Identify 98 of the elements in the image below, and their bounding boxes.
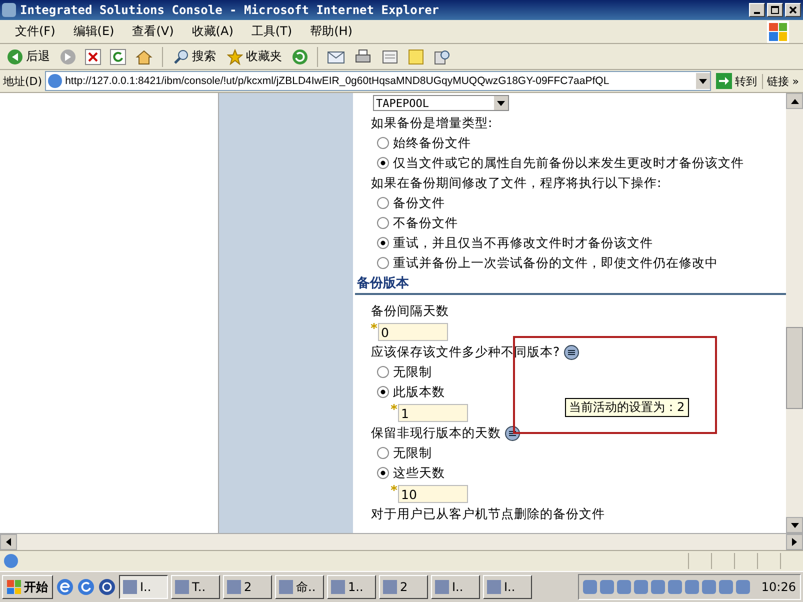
radio-button[interactable]: [377, 217, 389, 229]
input-field[interactable]: 1: [398, 404, 468, 422]
tooltip: 当前活动的设置为：2: [565, 398, 689, 417]
taskbar-button[interactable]: I..: [431, 575, 480, 599]
go-button[interactable]: 转到: [714, 70, 759, 92]
taskbar-button[interactable]: I..: [483, 575, 532, 599]
tray-icon[interactable]: [668, 580, 682, 594]
caret-icon: [790, 522, 798, 528]
option-label: 备份文件: [393, 194, 445, 212]
menu-item[interactable]: 编辑(E): [64, 23, 124, 40]
input-field[interactable]: 10: [398, 485, 468, 503]
option-label: 不备份文件: [393, 214, 458, 232]
tray-icon[interactable]: [651, 580, 666, 594]
scroll-left-button[interactable]: [0, 534, 17, 550]
option-label: 无限制: [393, 364, 432, 380]
section-heading: 备份版本: [357, 275, 409, 292]
option-label: 重试并备份上一次尝试备份的文件，即使文件仍在修改中: [393, 254, 718, 272]
refresh-icon[interactable]: [77, 578, 95, 596]
favorites-button[interactable]: 收藏夹: [223, 46, 286, 68]
required-icon: [371, 323, 377, 329]
scroll-thumb[interactable]: [786, 327, 803, 409]
caret-icon: [698, 78, 707, 84]
tray-icon[interactable]: [583, 580, 598, 594]
caret-icon: [494, 96, 508, 110]
search-icon: [173, 48, 189, 64]
restore-button[interactable]: [767, 3, 783, 17]
close-button[interactable]: [785, 3, 801, 17]
dropdown-button[interactable]: [696, 73, 710, 89]
menu-item[interactable]: 查看(V): [123, 23, 183, 40]
taskbar-button[interactable]: 2: [379, 575, 428, 599]
windows-logo-icon: [767, 20, 789, 42]
star-icon: [227, 48, 243, 64]
option-label: 重试，并且仅当不再修改文件时才备份该文件: [393, 234, 653, 252]
option-label: 这些天数: [393, 464, 445, 482]
menu-item[interactable]: 收藏(A): [182, 23, 242, 40]
question-label: 对于用户已从客户机节点删除的备份文件: [371, 506, 605, 522]
tray-icon[interactable]: [600, 580, 614, 594]
page-icon: [48, 74, 62, 88]
close-icon: [789, 6, 797, 14]
question-label: 如果在备份期间修改了文件，程序将执行以下操作:: [371, 174, 662, 192]
clock: 10:26: [761, 580, 796, 594]
menu-item[interactable]: 帮助(H): [301, 23, 362, 40]
question-label: 保留非现行版本的天数: [371, 424, 501, 442]
input-field[interactable]: 0: [378, 323, 448, 341]
tray-icon[interactable]: [702, 580, 716, 594]
option-label: 始终备份文件: [393, 134, 471, 152]
question-label: 应该保存该文件多少种不同版本?: [371, 344, 560, 360]
address-label: 地址(D): [3, 74, 42, 88]
tray-icon[interactable]: [719, 580, 734, 594]
radio-button[interactable]: [377, 467, 389, 479]
radio-button[interactable]: [377, 447, 389, 459]
radio-button[interactable]: [377, 237, 389, 249]
caret-icon: [790, 98, 798, 104]
taskbar-button[interactable]: I..: [119, 575, 168, 599]
taskbar-button[interactable]: 命..: [275, 575, 324, 599]
window-title: Integrated Solutions Console - Microsoft Internet Explorer: [20, 3, 440, 17]
links-button[interactable]: 链接 »: [762, 74, 803, 88]
scroll-right-button[interactable]: [786, 534, 803, 550]
caret-icon: [792, 538, 797, 546]
vertical-scrollbar[interactable]: [786, 93, 803, 533]
tray-icon[interactable]: [685, 580, 700, 594]
taskbar-button[interactable]: T..: [171, 575, 220, 599]
radio-button[interactable]: [377, 137, 389, 149]
radio-button[interactable]: [377, 157, 389, 169]
radio-button[interactable]: [377, 386, 389, 398]
search-button[interactable]: 搜索: [169, 46, 220, 68]
tray-icon[interactable]: [736, 580, 750, 594]
storage-pool-select[interactable]: TAPEPOOL: [373, 95, 509, 111]
page-icon: [4, 554, 18, 568]
required-icon: [391, 485, 397, 491]
option-label: 无限制: [393, 444, 432, 462]
back-button[interactable]: 后退: [3, 46, 54, 68]
stop-icon[interactable]: [82, 48, 104, 64]
tray-icon[interactable]: [634, 580, 648, 594]
radio-button[interactable]: [377, 366, 389, 378]
address-field[interactable]: http://127.0.0.1:8421/ibm/console/!ut/p/kcxml/jZBLD4IwEIR_0g60tHqsaMND8UGqyMUQQwzG18GY-09FFC7aaPfQL: [45, 71, 711, 91]
menu-item[interactable]: 工具(T): [242, 23, 302, 40]
question-label: 如果备份是增量类型:: [371, 114, 492, 132]
taskbar-button[interactable]: 1..: [327, 575, 376, 599]
radio-button[interactable]: [377, 257, 389, 269]
minimize-button[interactable]: [749, 3, 765, 17]
option-label: 仅当文件或它的属性自先前备份以来发生更改时才备份该文件: [393, 154, 744, 172]
radio-button[interactable]: [377, 197, 389, 209]
horizontal-scrollbar[interactable]: [0, 533, 803, 550]
refresh-icon[interactable]: [107, 48, 129, 64]
tray-icon[interactable]: [617, 580, 632, 594]
help-icon[interactable]: [505, 426, 520, 440]
app-icon[interactable]: [98, 578, 116, 596]
question-label: 备份间隔天数: [371, 302, 449, 320]
option-label: 此版本数: [393, 384, 445, 400]
menu-item[interactable]: 文件(F): [6, 23, 64, 40]
required-icon: [391, 404, 397, 410]
help-icon[interactable]: [564, 344, 579, 360]
scroll-down-button[interactable]: [786, 517, 803, 533]
caret-icon: [6, 538, 11, 546]
scroll-up-button[interactable]: [786, 93, 803, 109]
taskbar-button[interactable]: 2: [223, 575, 272, 599]
start-button[interactable]: 开始: [2, 575, 53, 599]
